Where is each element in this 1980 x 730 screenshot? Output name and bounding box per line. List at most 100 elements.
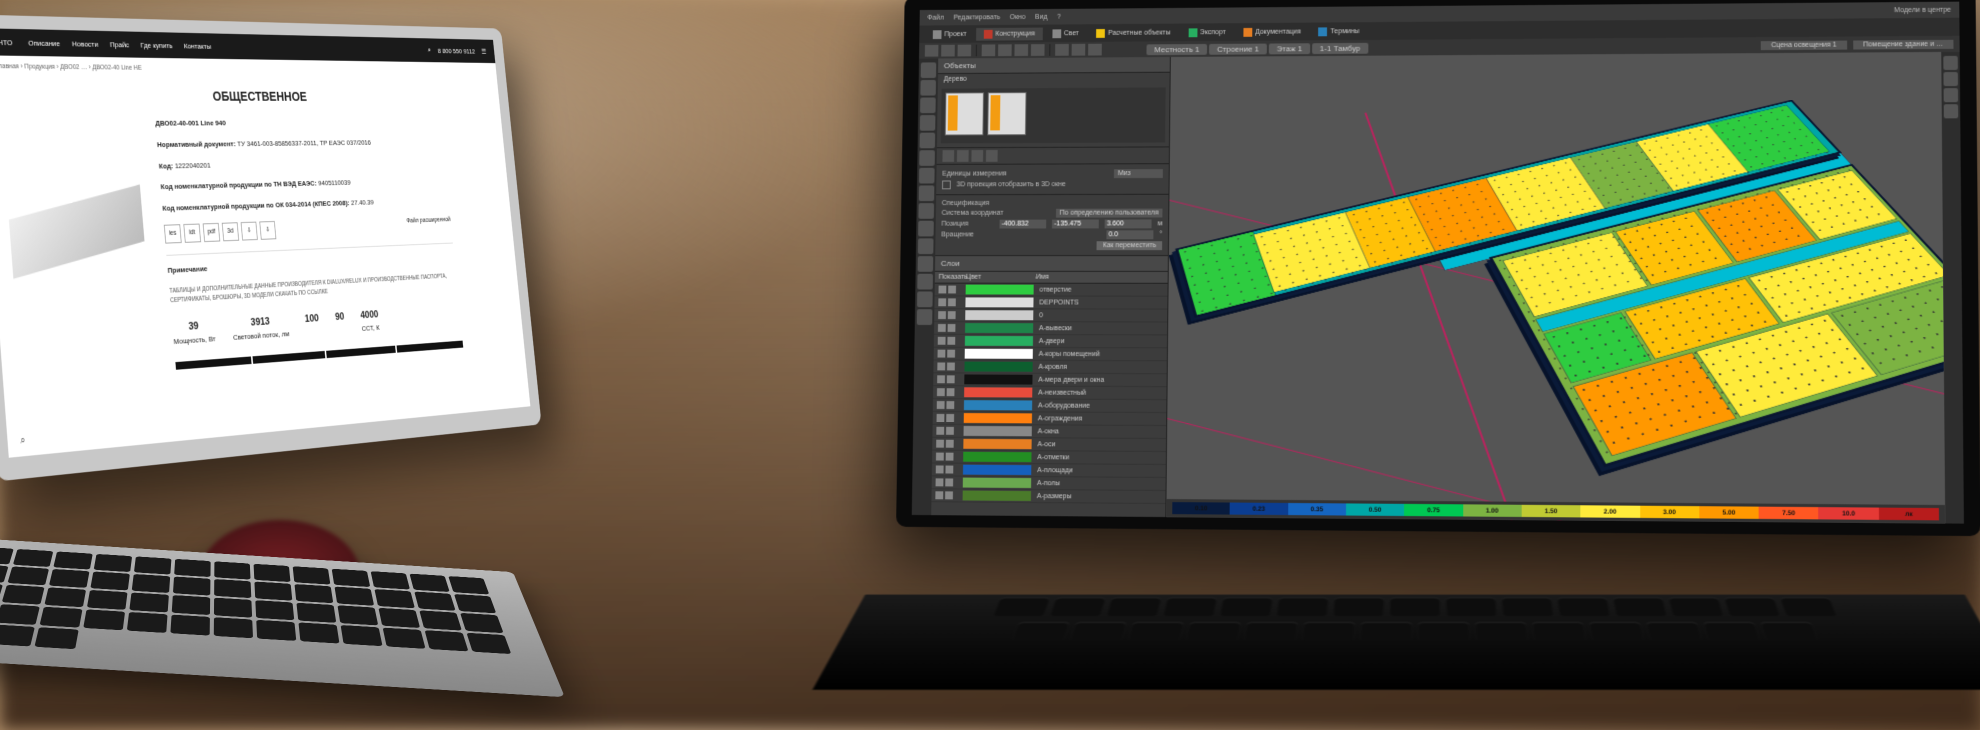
visibility-toggles[interactable]	[937, 401, 964, 409]
panel-icon-button[interactable]	[957, 150, 969, 162]
layer-row[interactable]: 0	[934, 309, 1167, 322]
vtool-button[interactable]	[919, 168, 935, 184]
logo[interactable]: ВЕНТО	[0, 37, 13, 46]
layer-color-swatch[interactable]	[965, 323, 1033, 333]
vtool-button[interactable]	[1943, 56, 1957, 70]
tab-terms[interactable]: Термины	[1311, 25, 1368, 38]
layer-color-swatch[interactable]	[965, 297, 1033, 307]
vtool-button[interactable]	[920, 97, 936, 113]
vtool-button[interactable]	[917, 309, 933, 325]
downloads-label[interactable]: Файл расширенной	[406, 215, 452, 234]
layer-color-swatch[interactable]	[964, 413, 1032, 423]
layer-color-swatch[interactable]	[964, 362, 1032, 372]
download-icon[interactable]: ⇩	[241, 222, 258, 241]
visibility-toggles[interactable]	[936, 427, 963, 435]
layer-row[interactable]: А-кровля	[933, 360, 1166, 374]
tool-button[interactable]	[941, 45, 955, 57]
prop-value[interactable]: По определению пользователя	[1056, 209, 1163, 218]
crumb-item[interactable]: Строение 1	[1209, 43, 1267, 54]
download-icon[interactable]: ldt	[183, 224, 201, 243]
layer-color-swatch[interactable]	[963, 491, 1031, 501]
view-dropdown[interactable]: Помещение здание и …	[1853, 39, 1954, 49]
tab-project[interactable]: Проект	[925, 28, 974, 41]
search-icon[interactable]: ⌕	[427, 46, 431, 55]
layer-row[interactable]: А-ограждения	[933, 412, 1167, 426]
nav-item[interactable]: Описание	[28, 38, 61, 47]
layer-row[interactable]: отверстие	[935, 284, 1168, 297]
crumb-item[interactable]: Местность 1	[1146, 43, 1207, 54]
visibility-toggles[interactable]	[936, 478, 963, 486]
search-icon[interactable]: ⌕	[20, 435, 26, 447]
scene-dropdown[interactable]: Сцена освещения 1	[1761, 40, 1847, 50]
pos-x-input[interactable]	[1000, 220, 1047, 229]
menu-item[interactable]: Редактировать	[953, 14, 1000, 21]
tool-button[interactable]	[998, 44, 1012, 56]
nav-item[interactable]: Где купить	[140, 41, 173, 50]
download-icon[interactable]: ⇩	[259, 221, 276, 240]
layer-color-swatch[interactable]	[963, 478, 1031, 488]
vtool-button[interactable]	[1944, 88, 1958, 102]
visibility-toggles[interactable]	[935, 491, 962, 499]
tool-button[interactable]	[958, 45, 972, 57]
layer-color-swatch[interactable]	[965, 310, 1033, 320]
visibility-toggles[interactable]	[938, 350, 965, 358]
layer-color-swatch[interactable]	[963, 452, 1031, 462]
vtool-button[interactable]	[917, 291, 933, 307]
layer-color-swatch[interactable]	[964, 400, 1032, 410]
panel-icon-button[interactable]	[942, 150, 954, 162]
visibility-toggles[interactable]	[937, 414, 964, 422]
promo-link[interactable]: Модели в центре	[1894, 6, 1951, 13]
vtool-button[interactable]	[917, 274, 933, 290]
layer-row[interactable]: А-размеры	[931, 489, 1165, 504]
tab-light[interactable]: Свет	[1044, 27, 1086, 40]
tab-construction[interactable]: Конструкция	[976, 27, 1042, 40]
layer-row[interactable]: А-мера двери и окна	[933, 373, 1167, 387]
tab-documentation[interactable]: Документация	[1235, 25, 1308, 38]
visibility-toggles[interactable]	[937, 362, 964, 370]
tab[interactable]	[252, 351, 325, 364]
layer-row[interactable]: DEPPOINTS	[934, 296, 1167, 309]
checkbox-icon[interactable]	[942, 180, 951, 189]
visibility-toggles[interactable]	[938, 337, 965, 345]
tool-button[interactable]	[982, 44, 996, 56]
visibility-toggles[interactable]	[938, 286, 965, 294]
vtool-button[interactable]	[919, 150, 935, 166]
vtool-button[interactable]	[920, 80, 936, 96]
visibility-toggles[interactable]	[937, 375, 964, 383]
nav-item[interactable]: Прайс	[110, 40, 130, 49]
vtool-button[interactable]	[920, 115, 936, 131]
visibility-toggles[interactable]	[938, 298, 965, 306]
thumbnail[interactable]	[945, 92, 984, 135]
tool-button[interactable]	[1088, 44, 1102, 56]
layer-row[interactable]: А-двери	[934, 335, 1167, 348]
visibility-toggles[interactable]	[937, 388, 964, 396]
menu-item[interactable]: ?	[1057, 13, 1061, 20]
layer-row[interactable]: А-коры помещений	[934, 348, 1167, 362]
visibility-toggles[interactable]	[938, 311, 965, 319]
crumb-item[interactable]: Этаж 1	[1269, 43, 1310, 54]
pos-z-input[interactable]	[1105, 219, 1152, 228]
viewport-3d[interactable]: 0.100.230.350.500.751.001.502.003.005.00…	[1166, 52, 1945, 524]
layer-color-swatch[interactable]	[965, 349, 1033, 359]
vtool-button[interactable]	[1943, 72, 1957, 86]
tab-export[interactable]: Экспорт	[1180, 26, 1233, 39]
tool-button[interactable]	[1031, 44, 1045, 56]
vtool-button[interactable]	[919, 185, 935, 201]
rotation-input[interactable]	[1107, 230, 1154, 239]
download-icon[interactable]: 3d	[222, 222, 239, 241]
nav-item[interactable]: Контакты	[183, 41, 211, 50]
menu-icon[interactable]: ☰	[481, 47, 487, 55]
menu-item[interactable]: Вид	[1035, 13, 1047, 20]
vtool-button[interactable]	[1944, 104, 1959, 118]
tool-button[interactable]	[1014, 44, 1028, 56]
layer-color-swatch[interactable]	[964, 426, 1032, 436]
thumbnail[interactable]	[987, 92, 1026, 135]
tab[interactable]	[397, 341, 464, 353]
vtool-button[interactable]	[918, 203, 934, 219]
prop-value[interactable]: Миз	[1114, 169, 1163, 178]
tab[interactable]	[175, 356, 251, 369]
visibility-toggles[interactable]	[936, 465, 963, 473]
layer-color-swatch[interactable]	[963, 439, 1031, 449]
panel-icon-button[interactable]	[986, 150, 998, 162]
vtool-button[interactable]	[918, 221, 934, 237]
